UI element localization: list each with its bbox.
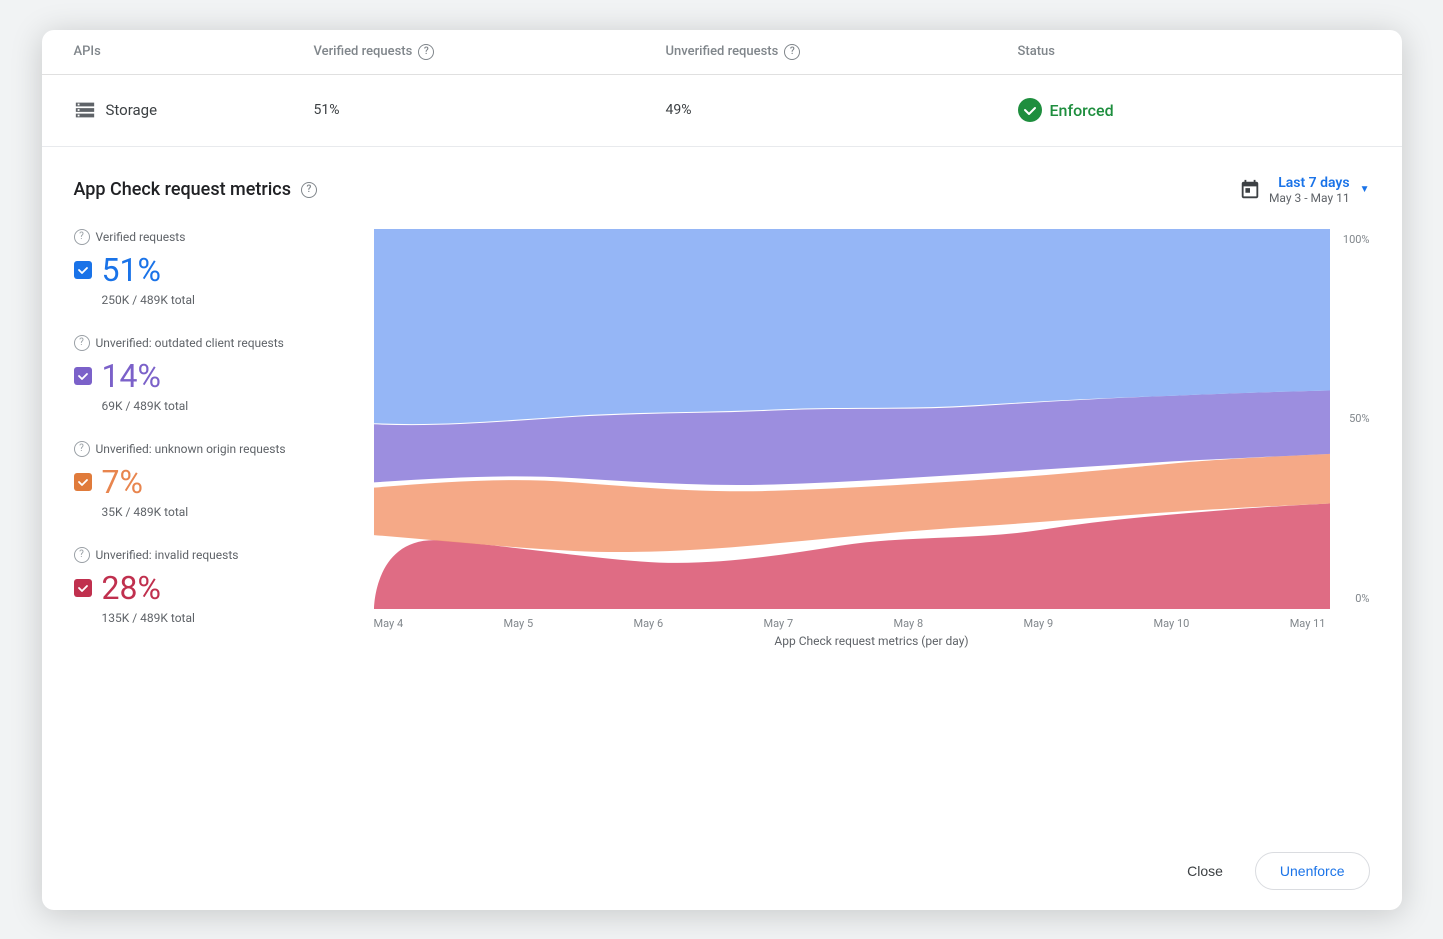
legend-item-0: ? Verified requests 51% 250K / 489K tota… <box>74 229 354 307</box>
x-label-0: May 4 <box>374 617 404 630</box>
date-range-label: Last 7 days <box>1269 175 1350 191</box>
legend-checkbox-1[interactable] <box>74 367 92 385</box>
chart-layer-verified <box>374 229 1330 424</box>
storage-icon <box>74 99 96 121</box>
metrics-title: App Check request metrics ? <box>74 179 317 200</box>
header-status: Status <box>1018 30 1370 74</box>
header-unverified: Unverified requests ? <box>666 30 1018 74</box>
verified-help-icon[interactable]: ? <box>418 44 434 60</box>
date-range-sub: May 3 - May 11 <box>1269 191 1350 205</box>
x-label-6: May 10 <box>1154 617 1190 630</box>
table-row: Storage 51% 49% Enforced <box>42 75 1402 147</box>
legend-help-icon-0[interactable]: ? <box>74 229 90 245</box>
y-label-50: 50% <box>1330 412 1370 425</box>
unenforce-button[interactable]: Unenforce <box>1255 852 1370 890</box>
metrics-help-icon[interactable]: ? <box>301 182 317 198</box>
legend-label-3: ? Unverified: invalid requests <box>74 547 354 563</box>
legend-total-0: 250K / 489K total <box>102 293 354 307</box>
legend-help-icon-3[interactable]: ? <box>74 547 90 563</box>
unverified-help-icon[interactable]: ? <box>784 44 800 60</box>
close-button[interactable]: Close <box>1167 853 1243 889</box>
metrics-section: App Check request metrics ? Last 7 days … <box>42 147 1402 832</box>
metrics-header: App Check request metrics ? Last 7 days … <box>74 175 1370 205</box>
x-label-4: May 8 <box>894 617 924 630</box>
legend-label-1: ? Unverified: outdated client requests <box>74 335 354 351</box>
x-label-1: May 5 <box>504 617 534 630</box>
legend-checkbox-2[interactable] <box>74 473 92 491</box>
legend-item-2: ? Unverified: unknown origin requests 7%… <box>74 441 354 519</box>
table-header: APIs Verified requests ? Unverified requ… <box>42 30 1402 75</box>
chart-title: App Check request metrics (per day) <box>374 634 1370 648</box>
legend-panel: ? Verified requests 51% 250K / 489K tota… <box>74 229 374 832</box>
chart-area: 100% 50% 0% May 4May 5May 6May 7May 8May… <box>374 229 1370 832</box>
header-api: APIs <box>74 30 314 74</box>
legend-value-row-1: 14% <box>74 357 354 395</box>
y-labels: 100% 50% 0% <box>1330 229 1370 609</box>
dropdown-arrow-icon: ▼ <box>1360 184 1370 195</box>
legend-total-2: 35K / 489K total <box>102 505 354 519</box>
legend-checkbox-0[interactable] <box>74 261 92 279</box>
x-label-7: May 11 <box>1290 617 1326 630</box>
legend-help-icon-2[interactable]: ? <box>74 441 90 457</box>
legend-percentage-3: 28% <box>102 569 161 607</box>
unverified-pct-cell: 49% <box>666 86 1018 134</box>
date-range-text: Last 7 days May 3 - May 11 <box>1269 175 1350 205</box>
modal-footer: Close Unenforce <box>42 832 1402 910</box>
enforced-badge: Enforced <box>1018 98 1370 122</box>
check-circle-icon <box>1018 98 1042 122</box>
legend-item-3: ? Unverified: invalid requests 28% 135K … <box>74 547 354 625</box>
legend-percentage-2: 7% <box>102 463 143 501</box>
status-label: Enforced <box>1050 101 1114 120</box>
legend-label-0: ? Verified requests <box>74 229 354 245</box>
x-label-5: May 9 <box>1024 617 1054 630</box>
x-label-2: May 6 <box>634 617 664 630</box>
y-label-100: 100% <box>1330 233 1370 246</box>
legend-value-row-2: 7% <box>74 463 354 501</box>
verified-pct-cell: 51% <box>314 86 666 134</box>
metrics-content: ? Verified requests 51% 250K / 489K tota… <box>74 229 1370 832</box>
legend-label-2: ? Unverified: unknown origin requests <box>74 441 354 457</box>
legend-total-3: 135K / 489K total <box>102 611 354 625</box>
x-labels: May 4 May 5 May 6 May 7 May 8 May 9 May 10 May … <box>374 609 1326 630</box>
status-cell: Enforced <box>1018 82 1370 138</box>
legend-total-1: 69K / 489K total <box>102 399 354 413</box>
api-cell: Storage <box>74 83 314 137</box>
modal: APIs Verified requests ? Unverified requ… <box>42 30 1402 910</box>
date-range-picker[interactable]: Last 7 days May 3 - May 11 ▼ <box>1239 175 1370 205</box>
legend-help-icon-1[interactable]: ? <box>74 335 90 351</box>
legend-checkbox-3[interactable] <box>74 579 92 597</box>
chart-svg <box>374 229 1330 609</box>
legend-value-row-0: 51% <box>74 251 354 289</box>
legend-item-1: ? Unverified: outdated client requests 1… <box>74 335 354 413</box>
header-verified: Verified requests ? <box>314 30 666 74</box>
calendar-icon <box>1239 179 1261 201</box>
chart-container: 100% 50% 0% <box>374 229 1370 609</box>
x-label-3: May 7 <box>764 617 794 630</box>
y-label-0: 0% <box>1330 592 1370 605</box>
legend-value-row-3: 28% <box>74 569 354 607</box>
legend-percentage-1: 14% <box>102 357 161 395</box>
legend-percentage-0: 51% <box>102 251 161 289</box>
api-name: Storage <box>106 101 158 119</box>
